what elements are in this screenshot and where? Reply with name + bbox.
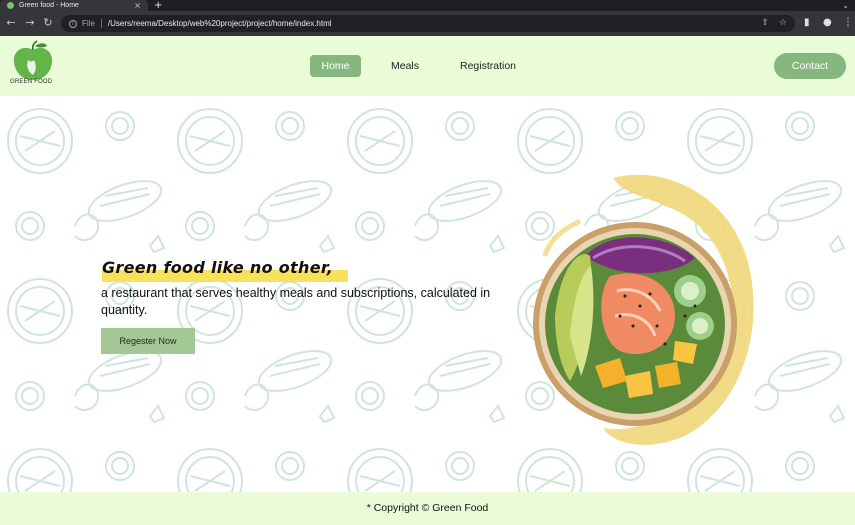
browser-menu-icon[interactable]: ⋮ <box>843 16 853 30</box>
share-icon[interactable]: ⇪ <box>761 15 769 32</box>
web-page: GREEN FOOD Home Meals Registration Conta… <box>0 36 855 525</box>
bookmark-star-icon[interactable]: ☆ <box>779 15 787 32</box>
tab-search-icon[interactable]: ⌄ <box>842 0 849 11</box>
nav-home[interactable]: Home <box>310 55 361 77</box>
hero-subtext: a restaurant that serves healthy meals a… <box>101 286 491 317</box>
site-info-icon[interactable]: i <box>69 19 77 28</box>
logo-text: GREEN FOOD <box>10 79 53 85</box>
tab-favicon-icon <box>7 2 14 9</box>
back-icon[interactable]: ← <box>4 16 18 30</box>
site-footer: * Copyright © Green Food <box>0 492 855 525</box>
browser-toolbar: ← → ↻ i File /Users/reema/Desktop/web%20… <box>0 11 855 36</box>
url-text[interactable]: /Users/reema/Desktop/web%20project/proje… <box>108 19 332 28</box>
tab-title: Green food - Home <box>19 2 79 9</box>
nav-registration[interactable]: Registration <box>452 55 524 77</box>
address-divider <box>100 19 102 28</box>
new-tab-button[interactable]: + <box>154 0 162 11</box>
tab-close-icon[interactable]: × <box>134 0 141 11</box>
url-scheme-label: File <box>82 19 95 28</box>
site-header: GREEN FOOD Home Meals Registration Conta… <box>0 36 855 96</box>
nav-meals[interactable]: Meals <box>380 55 430 77</box>
poke-bowl-image <box>533 174 754 445</box>
browser-tab[interactable]: Green food - Home × <box>0 0 148 11</box>
contact-button[interactable]: Contact <box>774 53 846 79</box>
register-now-button[interactable]: Regester Now <box>101 328 195 354</box>
address-bar[interactable]: i File /Users/reema/Desktop/web%20projec… <box>61 15 795 32</box>
profile-icon[interactable]: ● <box>823 16 832 30</box>
reload-icon[interactable]: ↻ <box>41 16 55 30</box>
copyright-text: * Copyright © Green Food <box>366 502 489 514</box>
hero-section: Green food like no other, a restaurant t… <box>0 96 855 492</box>
side-panel-icon[interactable]: ▮ <box>804 16 810 30</box>
hero-headline: Green food like no other, <box>102 258 334 277</box>
browser-tab-strip: Green food - Home × + ⌄ <box>0 0 855 11</box>
forward-icon[interactable]: → <box>23 16 37 30</box>
